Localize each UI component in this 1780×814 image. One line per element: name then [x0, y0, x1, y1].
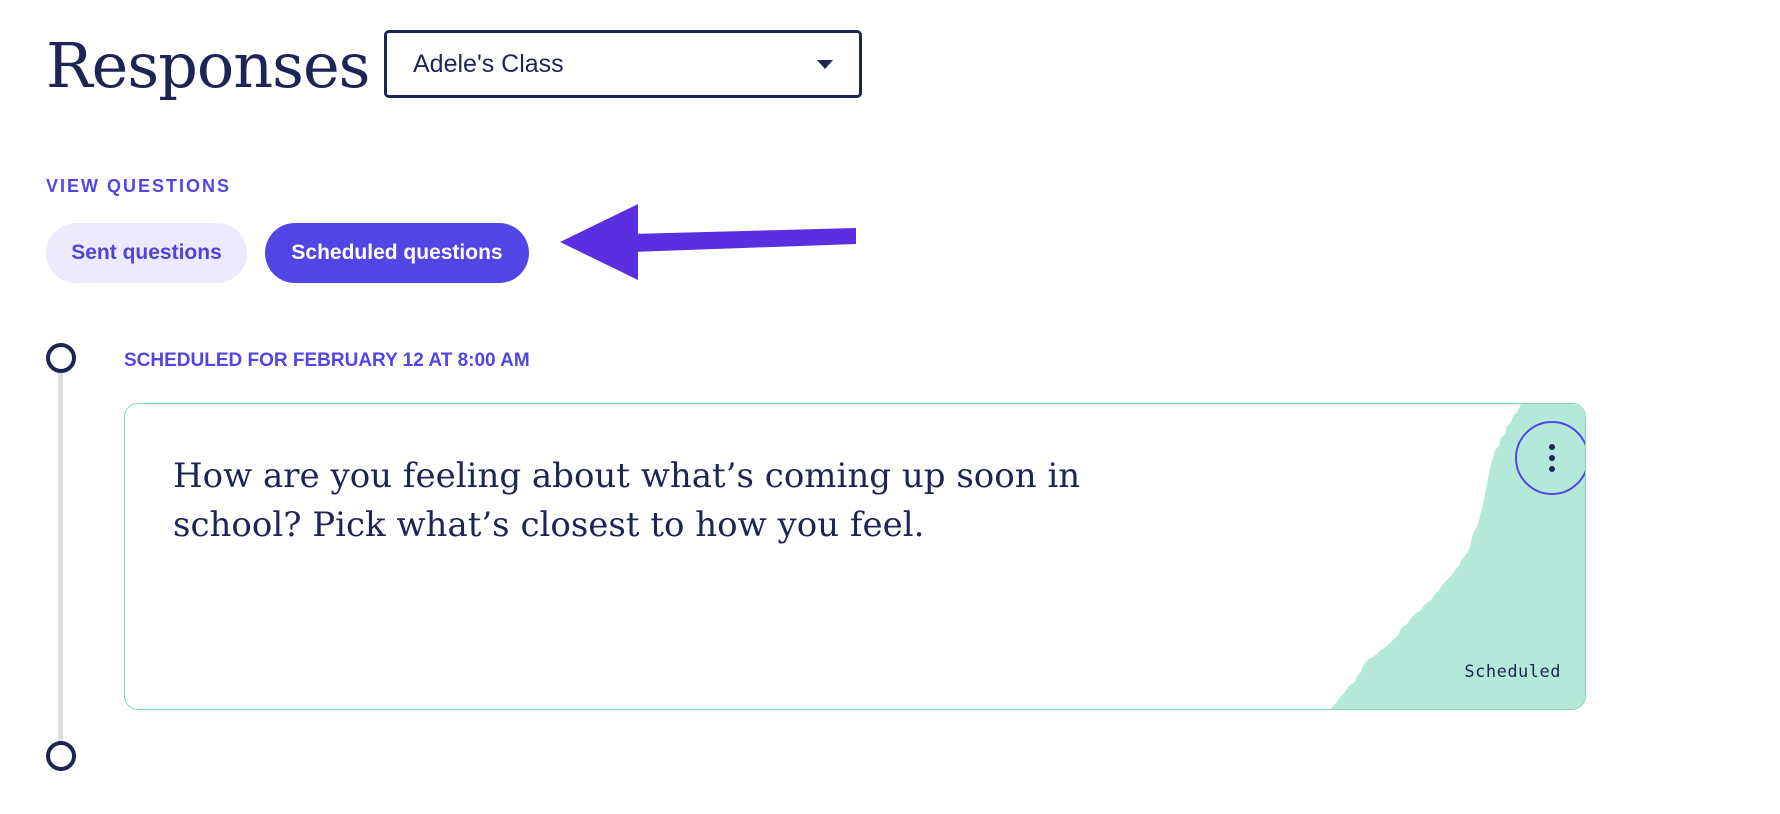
annotation-arrow-icon: [560, 204, 856, 280]
more-vertical-icon: [1549, 444, 1555, 472]
class-select-dropdown[interactable]: Adele's Class: [384, 30, 862, 98]
schedule-date-label: SCHEDULED FOR FEBRUARY 12 AT 8:00 AM: [124, 350, 530, 371]
status-badge: Scheduled: [1464, 662, 1561, 682]
timeline-node: [46, 741, 76, 771]
page-title: Responses: [46, 29, 370, 102]
question-card[interactable]: How are you feeling about what’s coming …: [124, 403, 1586, 710]
view-questions-label: VIEW QUESTIONS: [46, 176, 232, 196]
tab-scheduled-questions[interactable]: Scheduled questions: [265, 223, 529, 283]
timeline-node: [46, 343, 76, 373]
class-select-value: Adele's Class: [413, 49, 564, 78]
chevron-down-icon: [817, 59, 833, 69]
timeline-line: [58, 372, 63, 742]
more-options-button[interactable]: [1515, 421, 1585, 495]
tab-sent-questions[interactable]: Sent questions: [46, 223, 247, 283]
question-text: How are you feeling about what’s coming …: [173, 456, 1081, 545]
card-decoration: [1330, 404, 1585, 709]
